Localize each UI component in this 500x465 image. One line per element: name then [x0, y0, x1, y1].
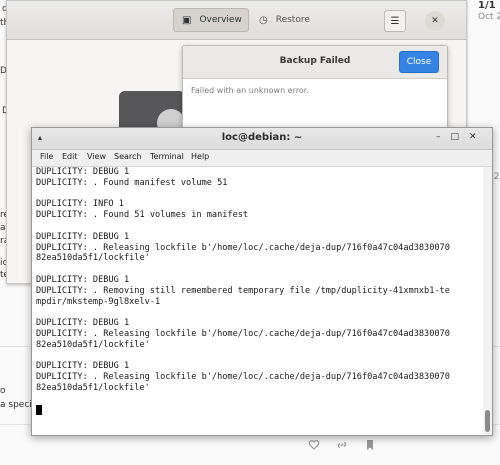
terminal-line: DUPLICITY: DEBUG 1: [36, 318, 130, 329]
bg-action-icons: [308, 436, 376, 450]
tab-restore[interactable]: ◷ Restore: [251, 8, 321, 32]
bg-text-fragment: a specif: [0, 400, 35, 410]
menu-file[interactable]: File: [40, 152, 53, 161]
scrollbar-thumb[interactable]: [485, 410, 490, 432]
dialog-header: Backup Failed Close: [183, 46, 447, 79]
bookmark-icon[interactable]: [364, 436, 376, 450]
menu-view[interactable]: View: [87, 152, 106, 161]
menu-terminal[interactable]: Terminal: [150, 152, 184, 161]
terminal-titlebar: ▴ loc@debian: ~ – □ ✕: [32, 128, 492, 150]
backup-failed-dialog: Backup Failed Close Failed with an unkno…: [182, 45, 448, 139]
bg-date: Oct 2: [478, 12, 500, 22]
link-icon[interactable]: [336, 436, 348, 449]
tab-overview-label: Overview: [199, 15, 242, 25]
maximize-icon[interactable]: □: [451, 132, 460, 142]
tab-restore-label: Restore: [275, 15, 310, 25]
bg-page-counter: 1/1: [478, 0, 496, 11]
error-message: Failed with an unknown error.: [191, 86, 309, 95]
bg-text-fragment: o: [0, 386, 6, 396]
heart-icon[interactable]: [308, 436, 320, 450]
terminal-line: DUPLICITY: INFO 1: [36, 199, 124, 210]
terminal-line: mpdir/mkstemp-9gl8xelv-1: [36, 296, 161, 307]
terminal-window: ▴ loc@debian: ~ – □ ✕ File Edit View Sea…: [31, 127, 493, 436]
menu-edit[interactable]: Edit: [62, 152, 78, 161]
window-controls: – □ ✕: [436, 132, 477, 142]
terminal-line: DUPLICITY: DEBUG 1: [36, 361, 130, 372]
terminal-line: DUPLICITY: . Releasing lockfile b'/home/…: [36, 242, 450, 253]
overview-icon: ▣: [182, 14, 192, 26]
terminal-line: 82ea510da5f1/lockfile': [36, 253, 150, 264]
headerbar: ▣ Overview ◷ Restore ☰ ✕: [7, 1, 466, 40]
terminal-prompt-line: [36, 404, 482, 416]
close-button[interactable]: Close: [399, 51, 439, 73]
close-icon[interactable]: ✕: [469, 132, 477, 142]
terminal-output[interactable]: DUPLICITY: DEBUG 1 DUPLICITY: . Found man…: [32, 167, 482, 435]
terminal-line: DUPLICITY: DEBUG 1: [36, 231, 130, 242]
scrollbar[interactable]: [483, 167, 492, 435]
minimize-icon[interactable]: –: [436, 132, 441, 142]
terminal-line: DUPLICITY: . Found manifest volume 51: [36, 177, 228, 188]
terminal-menubar: File Edit View Search Terminal Help: [32, 150, 492, 167]
menu-button[interactable]: ☰: [384, 10, 406, 32]
close-icon: ✕: [431, 16, 439, 26]
terminal-line: DUPLICITY: . Found 51 volumes in manifes…: [36, 210, 249, 221]
terminal-line: DUPLICITY: DEBUG 1: [36, 274, 130, 285]
terminal-line: 82ea510da5f1/lockfile': [36, 382, 150, 393]
terminal-cursor: [36, 404, 42, 415]
terminal-title: loc@debian: ~: [221, 132, 303, 143]
terminal-line: DUPLICITY: . Removing still remembered t…: [36, 285, 450, 296]
terminal-line: DUPLICITY: DEBUG 1: [36, 167, 130, 177]
menu-help[interactable]: Help: [191, 152, 209, 161]
menu-search[interactable]: Search: [114, 152, 141, 161]
tab-overview[interactable]: ▣ Overview: [173, 8, 249, 32]
window-close-button[interactable]: ✕: [425, 11, 445, 31]
terminal-line: 82ea510da5f1/lockfile': [36, 339, 150, 350]
clock-icon: ◷: [259, 14, 268, 26]
terminal-line: DUPLICITY: . Releasing lockfile b'/home/…: [36, 328, 450, 339]
terminal-line: DUPLICITY: . Releasing lockfile b'/home/…: [36, 372, 450, 383]
hamburger-icon: ☰: [390, 15, 400, 27]
